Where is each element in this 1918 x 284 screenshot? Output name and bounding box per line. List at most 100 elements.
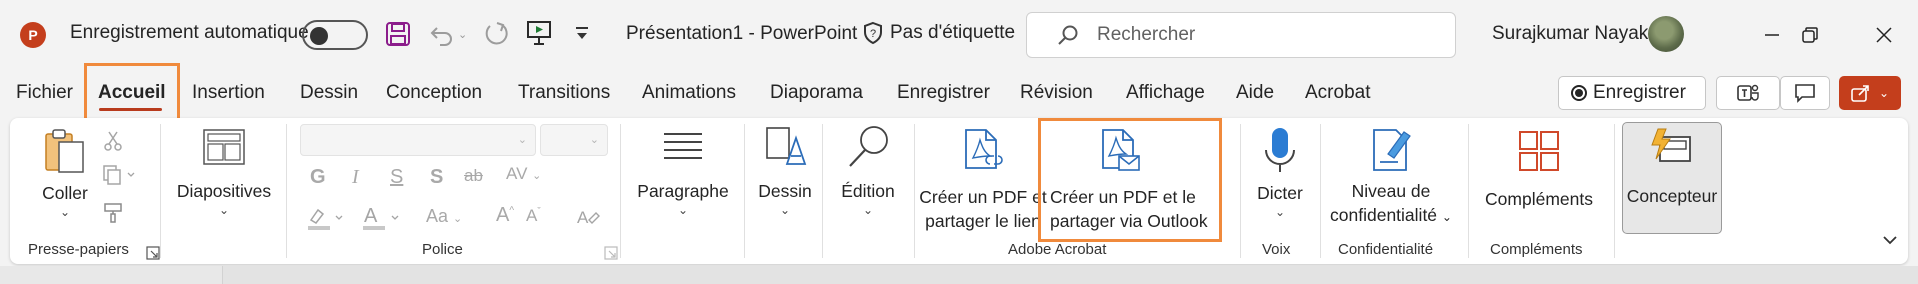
search-input[interactable]: Rechercher (1026, 12, 1456, 58)
tab-revision[interactable]: Révision (1020, 82, 1093, 104)
paste-label: Coller (42, 183, 88, 203)
align-text-icon (664, 133, 702, 159)
group-label-sensitivity: Confidentialité (1338, 241, 1434, 258)
paste-button[interactable]: Coller ⌄ (30, 128, 100, 219)
minimize-icon[interactable] (1752, 18, 1792, 52)
tab-dessin[interactable]: Dessin (300, 82, 358, 104)
tab-transitions[interactable]: Transitions (518, 82, 610, 104)
drawing-label: Dessin (758, 181, 812, 201)
group-separator (744, 124, 745, 258)
sensitivity-label-1: Niveau de (1351, 181, 1431, 201)
undo-icon[interactable] (428, 20, 456, 48)
editing-button[interactable]: Édition ⌄ (828, 124, 908, 217)
chevron-down-icon: ⌄ (862, 203, 874, 217)
sensitivity-label-text: Pas d'étiquette (890, 22, 1016, 43)
font-name-combo[interactable]: ⌄ (300, 124, 536, 156)
underline-icon[interactable]: S (390, 166, 403, 189)
group-separator (620, 124, 621, 258)
collapse-ribbon-icon[interactable] (1880, 230, 1900, 250)
dictate-label: Dicter (1257, 183, 1303, 203)
group-separator (1614, 124, 1615, 258)
record-icon (1571, 85, 1587, 101)
close-icon[interactable] (1864, 18, 1904, 52)
shadow-icon[interactable]: S (430, 166, 443, 189)
cut-icon[interactable] (102, 130, 124, 158)
svg-text:A: A (364, 205, 378, 227)
save-icon[interactable] (385, 21, 411, 47)
record-button[interactable]: Enregistrer (1558, 76, 1706, 110)
chevron-down-icon: ⌄ (1274, 205, 1286, 219)
share-button[interactable]: ⌄ (1839, 76, 1901, 110)
character-spacing-icon[interactable]: AV ⌄ (506, 164, 541, 184)
tab-acrobat[interactable]: Acrobat (1305, 82, 1370, 104)
designer-button[interactable]: Concepteur (1622, 122, 1722, 234)
tab-aide[interactable]: Aide (1236, 82, 1274, 104)
undo-dropdown-icon[interactable]: ⌄ (458, 28, 467, 41)
bold-icon[interactable]: G (310, 166, 326, 189)
addins-label: Compléments (1485, 189, 1593, 209)
slides-button[interactable]: Diapositives ⌄ (174, 128, 274, 217)
document-title: Présentation1 - PowerPoint (626, 23, 858, 44)
tab-diaporama[interactable]: Diaporama (770, 82, 863, 104)
chevron-down-icon: ⌄ (779, 203, 791, 217)
sensitivity-label[interactable]: ? Pas d'étiquette (862, 21, 1015, 45)
sensitivity-button[interactable]: Niveau de confidentialité ⌄ (1326, 124, 1456, 229)
pdf-link-label-2: partager le lien (925, 211, 1041, 231)
autosave-toggle[interactable] (302, 20, 368, 50)
italic-icon[interactable]: I (352, 166, 359, 189)
format-painter-icon[interactable] (102, 202, 124, 230)
tab-enregistrer[interactable]: Enregistrer (897, 82, 990, 104)
strikethrough-icon[interactable]: ab (464, 166, 483, 186)
copy-icon[interactable] (102, 164, 136, 192)
group-label-voice: Voix (1262, 241, 1291, 258)
avatar[interactable] (1648, 16, 1684, 52)
start-slideshow-icon[interactable] (525, 19, 553, 47)
dictate-button[interactable]: Dicter ⌄ (1242, 124, 1318, 219)
designer-label: Concepteur (1626, 186, 1718, 206)
increase-font-size-icon[interactable]: A^ (496, 204, 514, 227)
drawing-button[interactable]: Dessin ⌄ (750, 124, 820, 217)
pdf-link-icon (965, 129, 1003, 169)
tab-insertion[interactable]: Insertion (192, 82, 265, 104)
addins-button[interactable]: Compléments (1474, 128, 1604, 211)
comments-button[interactable] (1780, 76, 1830, 110)
highlight-color-icon[interactable] (306, 206, 346, 238)
group-separator (1468, 124, 1469, 258)
slides-label: Diapositives (176, 181, 272, 201)
group-separator (914, 124, 915, 258)
workspace-strip (0, 266, 1918, 284)
pdf-link-label-1: Créer un PDF et (919, 187, 1047, 207)
record-button-label: Enregistrer (1593, 82, 1686, 103)
tab-animations[interactable]: Animations (642, 82, 736, 104)
redo-icon[interactable] (482, 20, 510, 48)
change-case-icon[interactable]: Aa ⌄ (426, 206, 462, 227)
teams-button[interactable] (1716, 76, 1780, 110)
group-label-font: Police (422, 241, 463, 258)
paste-icon (45, 129, 84, 173)
customize-toolbar-icon[interactable] (572, 22, 592, 46)
decrease-font-size-icon[interactable]: Aˇ (526, 206, 541, 226)
toggle-knob (310, 27, 328, 45)
autosave-label: Enregistrement automatique (70, 22, 309, 43)
create-pdf-share-link-button[interactable]: Créer un PDF et partager le lien (918, 128, 1048, 233)
clipboard-launcher-icon[interactable] (146, 246, 160, 260)
search-icon (1058, 25, 1078, 45)
font-launcher-icon[interactable] (604, 246, 618, 260)
highlight-box-pdf-outlook (1038, 118, 1222, 242)
chevron-down-icon: ⌄ (677, 203, 689, 217)
paragraph-label: Paragraphe (637, 181, 729, 201)
tab-affichage[interactable]: Affichage (1126, 82, 1205, 104)
tab-conception[interactable]: Conception (386, 82, 482, 104)
shield-icon: ? (864, 21, 882, 45)
sensitivity-icon (1373, 129, 1411, 171)
restore-icon[interactable] (1790, 18, 1830, 52)
font-size-combo[interactable]: ⌄ (540, 124, 608, 156)
share-icon (1851, 85, 1869, 102)
user-name[interactable]: Surajkumar Nayak (1492, 23, 1648, 45)
comment-icon (1795, 84, 1815, 103)
paragraph-button[interactable]: Paragraphe ⌄ (628, 128, 738, 217)
font-color-icon[interactable]: A (362, 204, 402, 238)
tab-fichier[interactable]: Fichier (16, 82, 73, 104)
sensitivity-label-2: confidentialité ⌄ (1330, 205, 1452, 225)
clear-formatting-icon[interactable]: A (576, 206, 600, 236)
